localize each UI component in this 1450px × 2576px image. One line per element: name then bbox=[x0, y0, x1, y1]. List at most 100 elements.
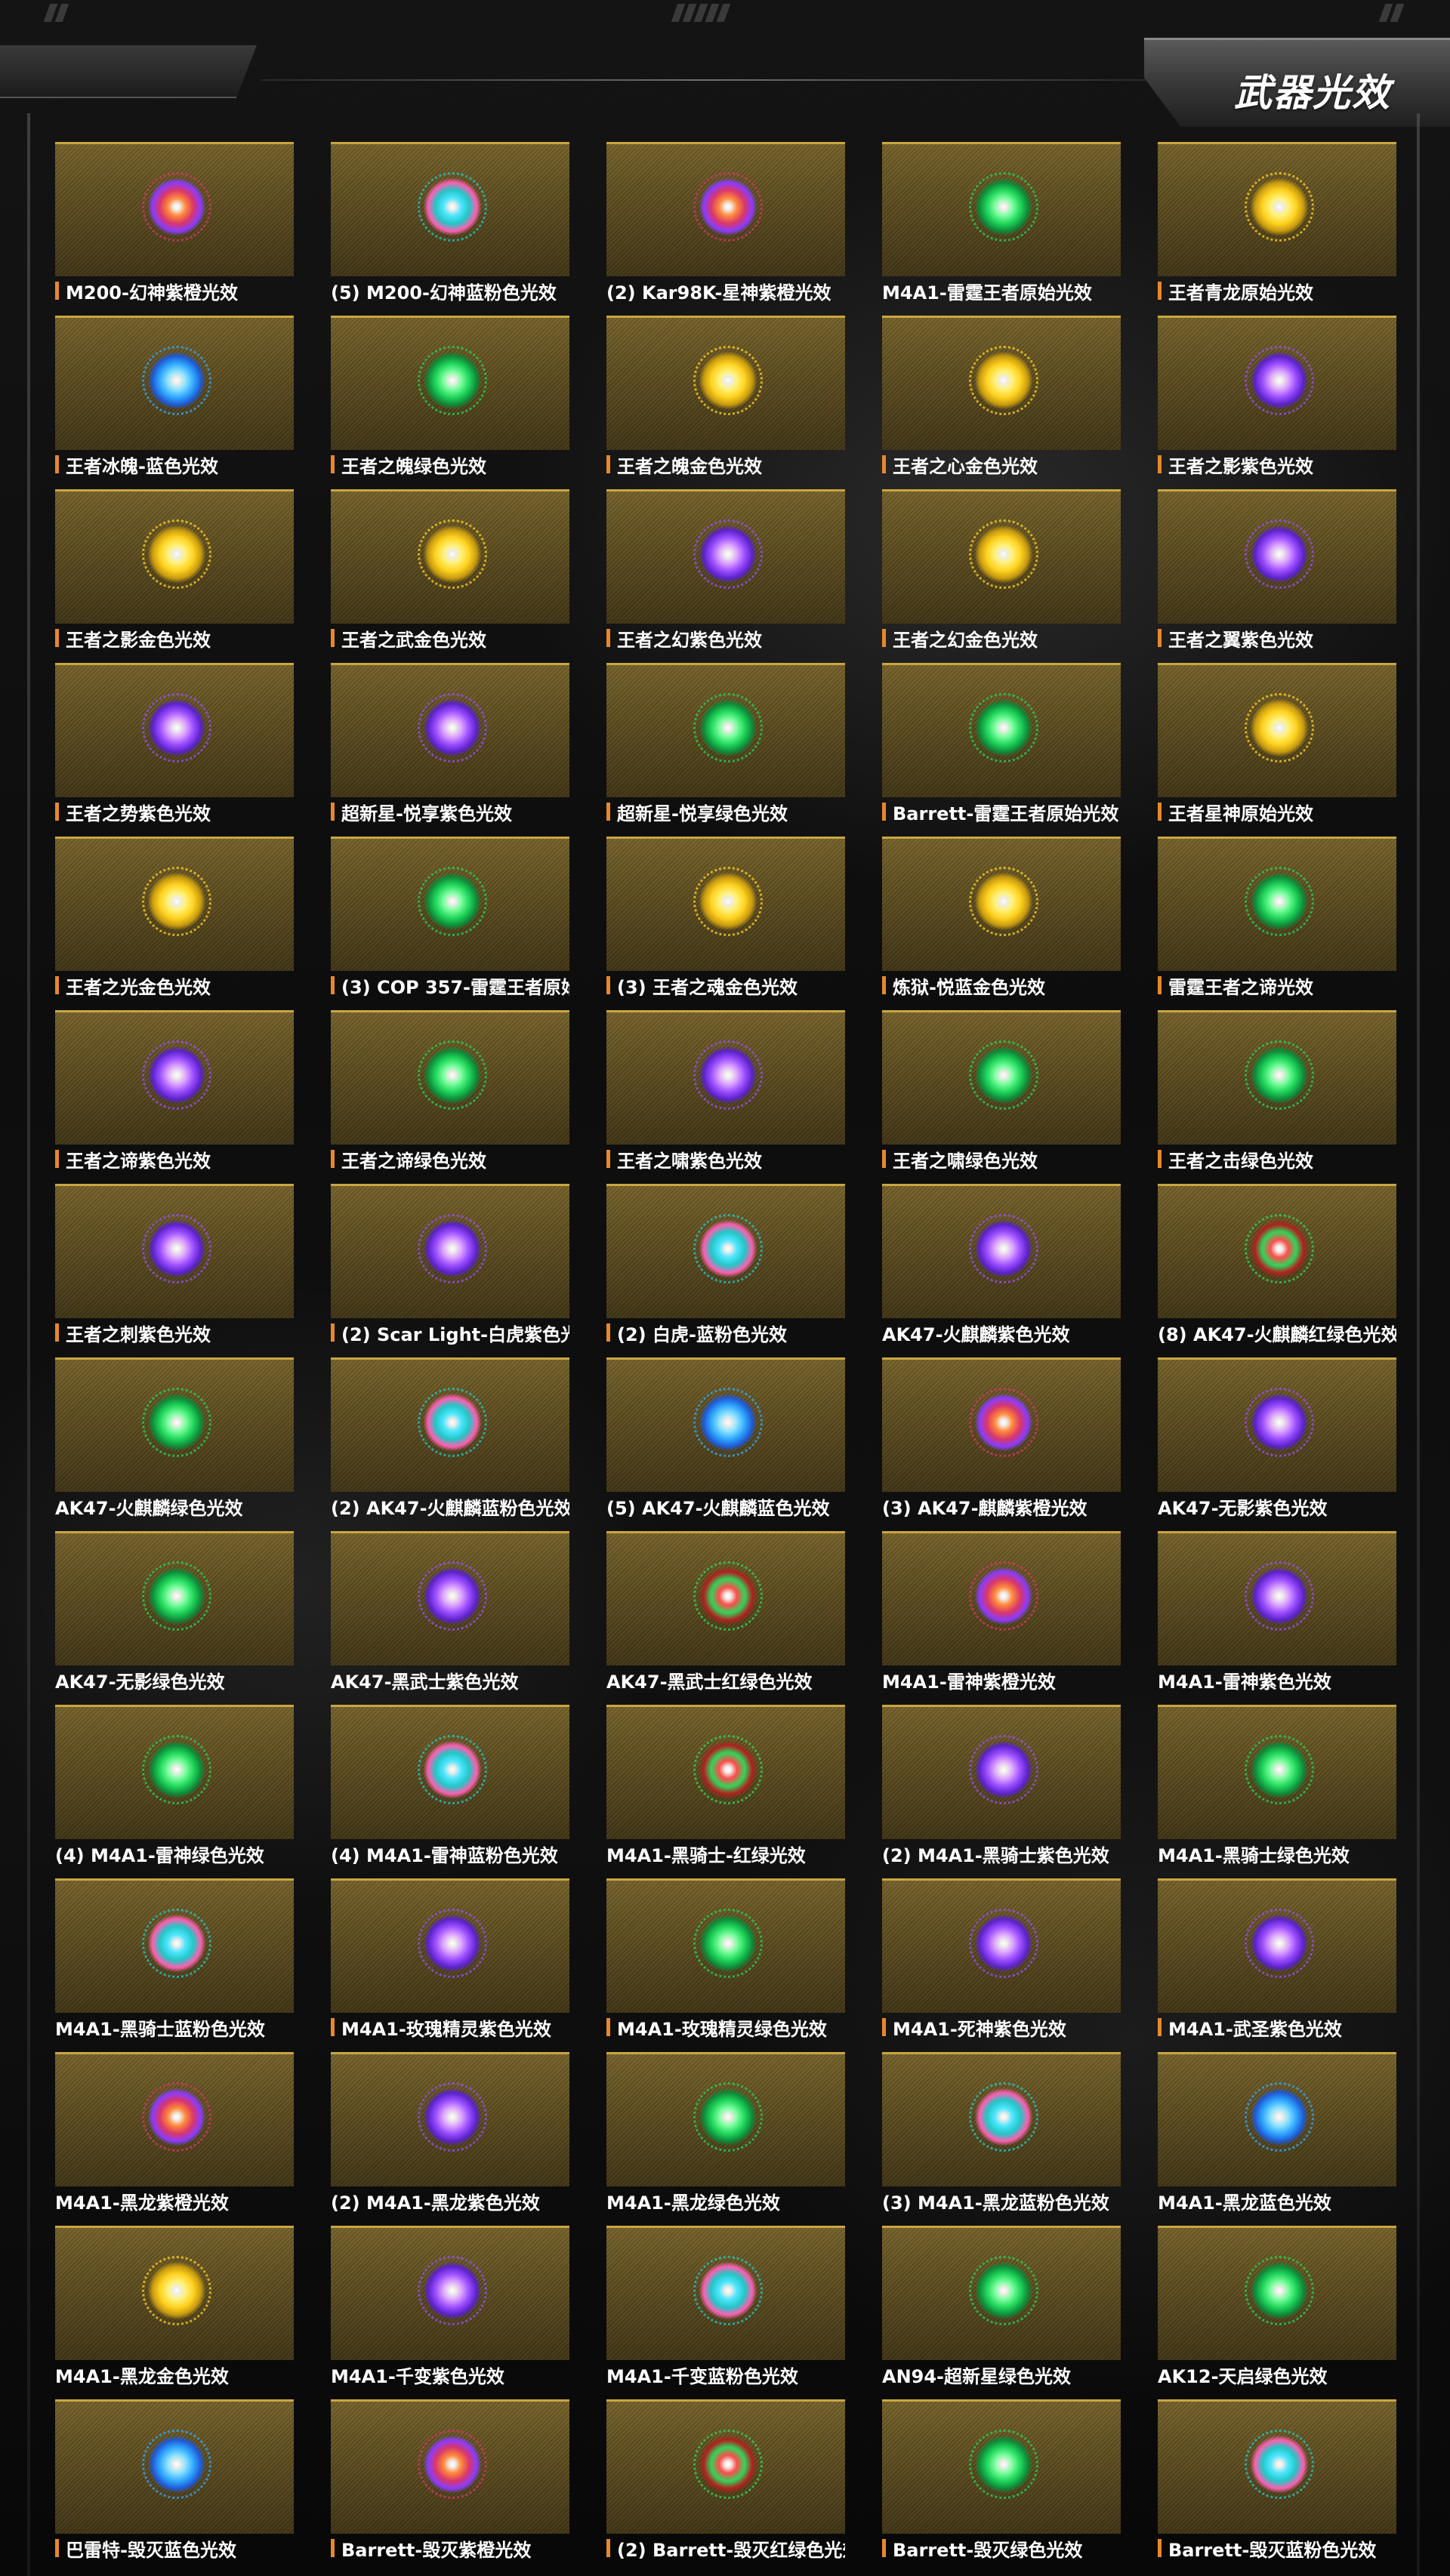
effect-card[interactable]: (3) M4A1-黑龙蓝粉色光效 bbox=[882, 2052, 1121, 2216]
effect-card[interactable]: M4A1-玫瑰精灵紫色光效 bbox=[331, 1878, 569, 2042]
effect-label-text: (5) AK47-火麒麟蓝色光效 bbox=[606, 1497, 830, 1519]
effect-thumbnail bbox=[882, 1184, 1121, 1318]
effect-card[interactable]: M4A1-死神紫色光效 bbox=[882, 1878, 1121, 2042]
effect-card[interactable]: (8) AK47-火麒麟红绿色光效 bbox=[1158, 1184, 1396, 1348]
effect-card[interactable]: M4A1-黑龙金色光效 bbox=[55, 2226, 294, 2390]
effect-card[interactable]: M4A1-雷霆王者原始光效 bbox=[882, 142, 1121, 306]
effect-label: 王者之击绿色光效 bbox=[1158, 1146, 1396, 1172]
effect-card[interactable]: (2) Kar98K-星神紫橙光效 bbox=[606, 142, 845, 306]
effect-card[interactable]: (4) M4A1-雷神绿色光效 bbox=[55, 1705, 294, 1869]
effect-thumbnail bbox=[55, 1184, 294, 1318]
effect-card[interactable]: Barrett-雷霆王者原始光效 bbox=[882, 663, 1121, 827]
effect-label: Barrett-毁灭绿色光效 bbox=[882, 2535, 1121, 2561]
effect-label: AK47-火麒麟紫色光效 bbox=[882, 1320, 1121, 1345]
effect-card[interactable]: M4A1-武圣紫色光效 bbox=[1158, 1878, 1396, 2042]
effect-card[interactable]: 王者之谛绿色光效 bbox=[331, 1010, 569, 1174]
effect-card[interactable]: Barrett-毁灭绿色光效 bbox=[882, 2399, 1121, 2563]
effect-card[interactable]: AK47-火麒麟紫色光效 bbox=[882, 1184, 1121, 1348]
effect-label: 王者之啸绿色光效 bbox=[882, 1146, 1121, 1172]
effect-card[interactable]: M4A1-千变蓝粉色光效 bbox=[606, 2226, 845, 2390]
glow-orb-icon bbox=[142, 693, 211, 763]
effect-card[interactable]: M4A1-黑龙紫橙光效 bbox=[55, 2052, 294, 2216]
effect-card[interactable]: (3) 王者之魂金色光效 bbox=[606, 837, 845, 1000]
effect-thumbnail bbox=[331, 1357, 569, 1492]
label-marker-icon bbox=[1158, 455, 1162, 473]
glow-orb-icon bbox=[693, 2082, 763, 2152]
glow-orb-icon bbox=[142, 346, 211, 415]
effect-card[interactable]: (2) 白虎-蓝粉色光效 bbox=[606, 1184, 845, 1348]
effect-card[interactable]: 雷霆王者之谛光效 bbox=[1158, 837, 1396, 1000]
effect-thumbnail bbox=[1158, 663, 1396, 797]
effect-card[interactable]: (3) AK47-麒麟紫橙光效 bbox=[882, 1357, 1121, 1521]
effect-card[interactable]: (4) M4A1-雷神蓝粉色光效 bbox=[331, 1705, 569, 1869]
effect-card[interactable]: M4A1-黑骑士-红绿光效 bbox=[606, 1705, 845, 1869]
effect-card[interactable]: M4A1-黑龙绿色光效 bbox=[606, 2052, 845, 2216]
effect-card[interactable]: M4A1-黑骑士绿色光效 bbox=[1158, 1705, 1396, 1869]
effect-thumbnail bbox=[55, 142, 294, 276]
effect-card[interactable]: (3) COP 357-雷霆王者原始 bbox=[331, 837, 569, 1000]
effect-card[interactable]: (5) M200-幻神蓝粉色光效 bbox=[331, 142, 569, 306]
effect-card[interactable]: M4A1-黑龙蓝色光效 bbox=[1158, 2052, 1396, 2216]
effect-card[interactable]: 王者之光金色光效 bbox=[55, 837, 294, 1000]
effect-card[interactable]: 王者星神原始光效 bbox=[1158, 663, 1396, 827]
effect-card[interactable]: 王者之啸紫色光效 bbox=[606, 1010, 845, 1174]
label-marker-icon bbox=[55, 629, 59, 647]
effect-card[interactable]: M4A1-雷神紫色光效 bbox=[1158, 1531, 1396, 1695]
effect-card[interactable]: AK47-无影绿色光效 bbox=[55, 1531, 294, 1695]
effect-card[interactable]: (5) AK47-火麒麟蓝色光效 bbox=[606, 1357, 845, 1521]
effect-label: (2) Kar98K-星神紫橙光效 bbox=[606, 278, 845, 304]
effect-card[interactable]: (2) Scar Light-白虎紫色光效 bbox=[331, 1184, 569, 1348]
label-marker-icon bbox=[882, 803, 886, 821]
effect-card[interactable]: M200-幻神紫橙光效 bbox=[55, 142, 294, 306]
effect-card[interactable]: 王者冰魄-蓝色光效 bbox=[55, 316, 294, 479]
effect-label-text: AK47-无影绿色光效 bbox=[55, 1671, 225, 1693]
glow-orb-icon bbox=[1245, 1909, 1314, 1978]
effect-card[interactable]: 巴雷特-毁灭蓝色光效 bbox=[55, 2399, 294, 2563]
effect-card[interactable]: 超新星-悦享绿色光效 bbox=[606, 663, 845, 827]
effect-label-text: (2) 白虎-蓝粉色光效 bbox=[617, 1323, 787, 1345]
effect-card[interactable]: 王者之谛紫色光效 bbox=[55, 1010, 294, 1174]
effect-card[interactable]: 王者青龙原始光效 bbox=[1158, 142, 1396, 306]
effect-card[interactable]: M4A1-雷神紫橙光效 bbox=[882, 1531, 1121, 1695]
glow-orb-icon bbox=[1245, 1214, 1314, 1283]
effect-card[interactable]: M4A1-黑骑士蓝粉色光效 bbox=[55, 1878, 294, 2042]
effect-card[interactable]: Barrett-毁灭紫橙光效 bbox=[331, 2399, 569, 2563]
effect-card[interactable]: (2) AK47-火麒麟蓝粉色光效 bbox=[331, 1357, 569, 1521]
effect-card[interactable]: 王者之击绿色光效 bbox=[1158, 1010, 1396, 1174]
effect-thumbnail bbox=[882, 142, 1121, 276]
effect-card[interactable]: 王者之影金色光效 bbox=[55, 489, 294, 653]
effect-label-text: 王者之翼紫色光效 bbox=[1168, 629, 1313, 651]
effect-card[interactable]: 超新星-悦享紫色光效 bbox=[331, 663, 569, 827]
effect-card[interactable]: AN94-超新星绿色光效 bbox=[882, 2226, 1121, 2390]
effect-card[interactable]: 炼狱-悦蓝金色光效 bbox=[882, 837, 1121, 1000]
effect-label: 炼狱-悦蓝金色光效 bbox=[882, 972, 1121, 998]
effect-card[interactable]: 王者之心金色光效 bbox=[882, 316, 1121, 479]
effect-label: (5) AK47-火麒麟蓝色光效 bbox=[606, 1493, 845, 1519]
label-marker-icon bbox=[331, 1150, 335, 1168]
effect-card[interactable]: Barrett-毁灭蓝粉色光效 bbox=[1158, 2399, 1396, 2563]
effect-card[interactable]: AK47-黑武士红绿色光效 bbox=[606, 1531, 845, 1695]
effect-card[interactable]: AK47-火麒麟绿色光效 bbox=[55, 1357, 294, 1521]
effect-card[interactable]: 王者之啸绿色光效 bbox=[882, 1010, 1121, 1174]
effect-card[interactable]: (2) M4A1-黑龙紫色光效 bbox=[331, 2052, 569, 2216]
effect-card[interactable]: AK47-黑武士紫色光效 bbox=[331, 1531, 569, 1695]
effect-card[interactable]: 王者之势紫色光效 bbox=[55, 663, 294, 827]
effect-card[interactable]: 王者之武金色光效 bbox=[331, 489, 569, 653]
glow-orb-icon bbox=[142, 1388, 211, 1457]
effect-card[interactable]: (2) Barrett-毁灭红绿色光效 bbox=[606, 2399, 845, 2563]
effect-card[interactable]: AK47-无影紫色光效 bbox=[1158, 1357, 1396, 1521]
effect-card[interactable]: 王者之幻金色光效 bbox=[882, 489, 1121, 653]
effect-card[interactable]: AK12-天启绿色光效 bbox=[1158, 2226, 1396, 2390]
effect-card[interactable]: M4A1-千变紫色光效 bbox=[331, 2226, 569, 2390]
effect-card[interactable]: M4A1-玫瑰精灵绿色光效 bbox=[606, 1878, 845, 2042]
glow-orb-icon bbox=[142, 2082, 211, 2152]
effect-card[interactable]: (2) M4A1-黑骑士紫色光效 bbox=[882, 1705, 1121, 1869]
effect-label: (2) M4A1-黑骑士紫色光效 bbox=[882, 1841, 1121, 1866]
effect-card[interactable]: 王者之影紫色光效 bbox=[1158, 316, 1396, 479]
effect-card[interactable]: 王者之幻紫色光效 bbox=[606, 489, 845, 653]
effect-label: M4A1-千变紫色光效 bbox=[331, 2362, 569, 2387]
effect-card[interactable]: 王者之魄金色光效 bbox=[606, 316, 845, 479]
effect-card[interactable]: 王者之魄绿色光效 bbox=[331, 316, 569, 479]
effect-card[interactable]: 王者之翼紫色光效 bbox=[1158, 489, 1396, 653]
effect-card[interactable]: 王者之刺紫色光效 bbox=[55, 1184, 294, 1348]
